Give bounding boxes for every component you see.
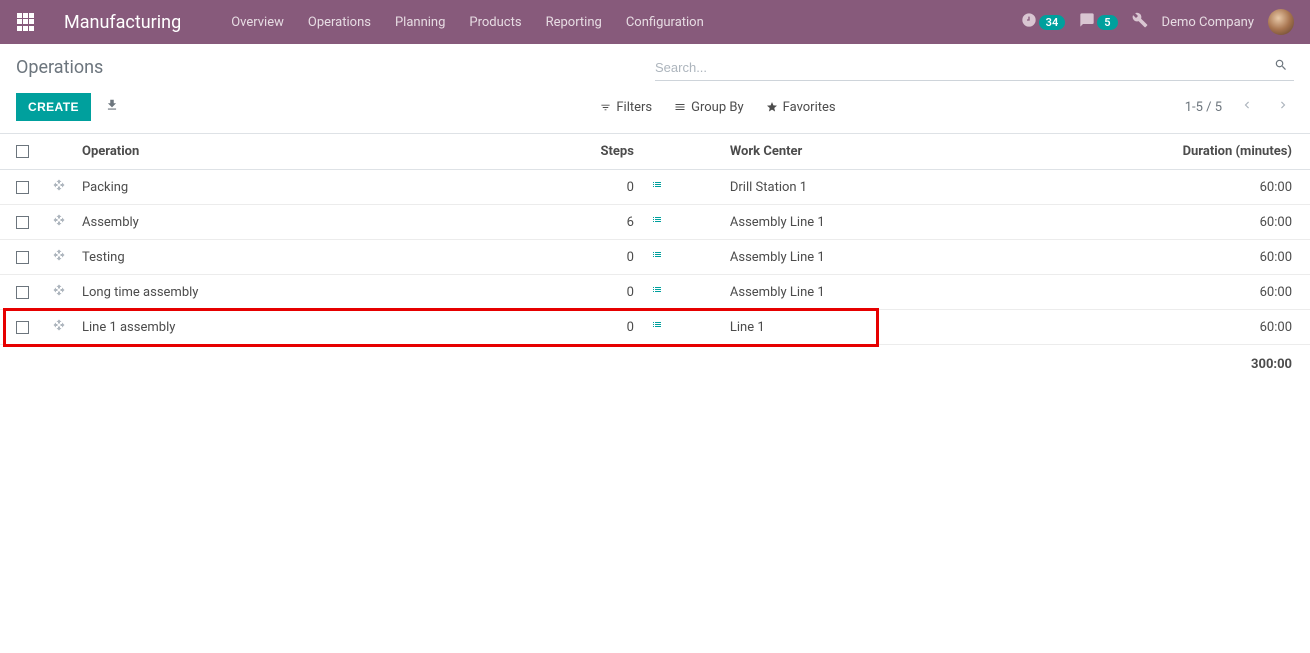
cell-duration: 60:00 bbox=[1130, 170, 1310, 205]
row-checkbox[interactable] bbox=[16, 286, 29, 299]
drag-handle-icon[interactable] bbox=[44, 310, 74, 345]
cell-steps: 6 bbox=[562, 205, 642, 240]
view-list-icon[interactable] bbox=[650, 250, 664, 265]
cell-duration: 60:00 bbox=[1130, 310, 1310, 345]
clock-icon bbox=[1021, 12, 1037, 32]
cell-work-center: Line 1 bbox=[722, 310, 1130, 345]
cell-work-center: Assembly Line 1 bbox=[722, 240, 1130, 275]
cell-work-center: Drill Station 1 bbox=[722, 170, 1130, 205]
table-row[interactable]: Line 1 assembly0 Line 160:00 bbox=[0, 310, 1310, 345]
app-brand[interactable]: Manufacturing bbox=[64, 12, 181, 33]
view-list-icon[interactable] bbox=[650, 285, 664, 300]
cell-work-center: Assembly Line 1 bbox=[722, 275, 1130, 310]
cell-duration: 60:00 bbox=[1130, 205, 1310, 240]
developer-tools-icon[interactable] bbox=[1132, 12, 1148, 32]
groupby-button[interactable]: Group By bbox=[674, 100, 744, 115]
cell-operation: Testing bbox=[74, 240, 562, 275]
chat-icon bbox=[1079, 12, 1095, 32]
menu-operations[interactable]: Operations bbox=[298, 9, 381, 36]
list-view: Operation Steps Work Center Duration (mi… bbox=[0, 134, 1310, 382]
cell-operation: Assembly bbox=[74, 205, 562, 240]
menu-reporting[interactable]: Reporting bbox=[536, 9, 612, 36]
header-operation[interactable]: Operation bbox=[74, 134, 562, 170]
top-navbar: Manufacturing Overview Operations Planni… bbox=[0, 0, 1310, 44]
nav-right: 34 5 Demo Company bbox=[1021, 9, 1294, 35]
cell-steps: 0 bbox=[562, 170, 642, 205]
filters-label: Filters bbox=[616, 100, 652, 115]
table-row[interactable]: Packing0 Drill Station 160:00 bbox=[0, 170, 1310, 205]
drag-handle-icon[interactable] bbox=[44, 240, 74, 275]
pager-prev-icon[interactable] bbox=[1236, 94, 1258, 120]
header-duration[interactable]: Duration (minutes) bbox=[1130, 134, 1310, 170]
table-row[interactable]: Assembly6 Assembly Line 160:00 bbox=[0, 205, 1310, 240]
groupby-label: Group By bbox=[691, 100, 744, 115]
favorites-button[interactable]: Favorites bbox=[766, 100, 836, 115]
view-list-icon[interactable] bbox=[650, 180, 664, 195]
cell-operation: Packing bbox=[74, 170, 562, 205]
cell-operation: Long time assembly bbox=[74, 275, 562, 310]
header-steps[interactable]: Steps bbox=[562, 134, 642, 170]
cell-duration: 60:00 bbox=[1130, 275, 1310, 310]
search-icon[interactable] bbox=[1268, 58, 1294, 76]
table-row[interactable]: Testing0 Assembly Line 160:00 bbox=[0, 240, 1310, 275]
menu-configuration[interactable]: Configuration bbox=[616, 9, 714, 36]
menu-overview[interactable]: Overview bbox=[221, 9, 294, 36]
pager-next-icon[interactable] bbox=[1272, 94, 1294, 120]
drag-handle-icon[interactable] bbox=[44, 170, 74, 205]
breadcrumb: Operations bbox=[16, 57, 655, 78]
view-list-icon[interactable] bbox=[650, 320, 664, 335]
filters-button[interactable]: Filters bbox=[600, 100, 652, 115]
apps-icon[interactable] bbox=[16, 12, 36, 32]
table-row[interactable]: Long time assembly0 Assembly Line 160:00 bbox=[0, 275, 1310, 310]
cell-steps: 0 bbox=[562, 310, 642, 345]
control-panel: Operations CREATE Filters Group By bbox=[0, 44, 1310, 134]
activities-button[interactable]: 34 bbox=[1021, 12, 1066, 32]
pager-text[interactable]: 1-5 / 5 bbox=[1185, 100, 1222, 115]
row-checkbox[interactable] bbox=[16, 321, 29, 334]
cell-steps: 0 bbox=[562, 275, 642, 310]
cell-steps: 0 bbox=[562, 240, 642, 275]
drag-handle-icon[interactable] bbox=[44, 205, 74, 240]
favorites-label: Favorites bbox=[783, 100, 836, 115]
search-bar[interactable] bbox=[655, 54, 1294, 81]
import-icon[interactable] bbox=[105, 98, 119, 116]
user-avatar[interactable] bbox=[1268, 9, 1294, 35]
cell-work-center: Assembly Line 1 bbox=[722, 205, 1130, 240]
search-input[interactable] bbox=[655, 60, 1268, 75]
cell-duration: 60:00 bbox=[1130, 240, 1310, 275]
create-button[interactable]: CREATE bbox=[16, 93, 91, 121]
row-checkbox[interactable] bbox=[16, 216, 29, 229]
activities-badge: 34 bbox=[1039, 15, 1066, 30]
row-checkbox[interactable] bbox=[16, 181, 29, 194]
operations-table: Operation Steps Work Center Duration (mi… bbox=[0, 134, 1310, 382]
view-list-icon[interactable] bbox=[650, 215, 664, 230]
drag-handle-icon[interactable] bbox=[44, 275, 74, 310]
select-all-checkbox[interactable] bbox=[16, 145, 29, 158]
menu-products[interactable]: Products bbox=[459, 9, 531, 36]
menu-planning[interactable]: Planning bbox=[385, 9, 455, 36]
row-checkbox[interactable] bbox=[16, 251, 29, 264]
messages-badge: 5 bbox=[1097, 15, 1117, 30]
main-menu: Overview Operations Planning Products Re… bbox=[221, 9, 1020, 36]
company-switcher[interactable]: Demo Company bbox=[1162, 15, 1254, 30]
messages-button[interactable]: 5 bbox=[1079, 12, 1117, 32]
header-work-center[interactable]: Work Center bbox=[722, 134, 1130, 170]
total-duration: 300:00 bbox=[1130, 345, 1310, 383]
cell-operation: Line 1 assembly bbox=[74, 310, 562, 345]
